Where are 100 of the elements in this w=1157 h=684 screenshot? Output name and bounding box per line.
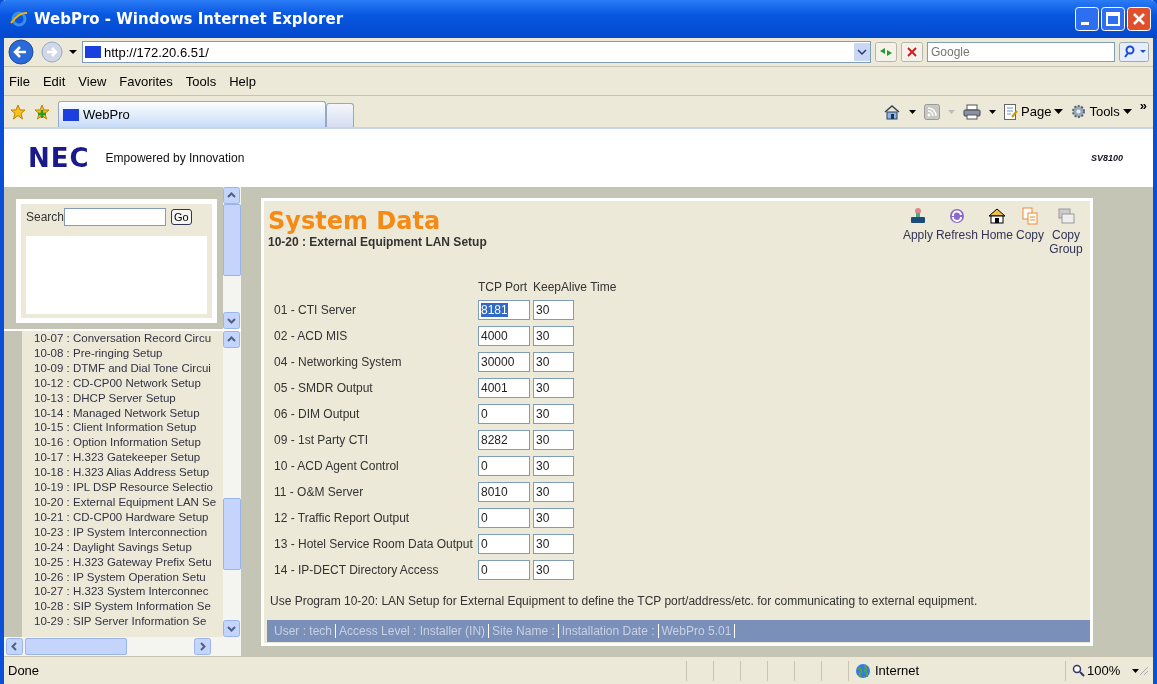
nav-link[interactable]: 10-28 : SIP System Information Se (34, 599, 223, 615)
port-field[interactable]: 0 (478, 508, 530, 528)
close-button[interactable] (1127, 7, 1151, 31)
scroll-down-button[interactable] (223, 312, 241, 329)
nav-link[interactable]: 10-08 : Pre-ringing Setup (34, 345, 223, 361)
dropdown-arrow-icon[interactable] (909, 109, 917, 114)
menu-item[interactable]: Help (229, 73, 256, 89)
zoom-dropdown-icon[interactable] (1132, 668, 1139, 673)
history-dropdown-icon[interactable] (68, 47, 78, 57)
browser-tab[interactable]: WebPro (58, 101, 326, 127)
nav-link[interactable]: 10-21 : CD-CP00 Hardware Setup (34, 509, 223, 525)
keepalive-field[interactable]: 30 (533, 456, 574, 476)
nav-link[interactable]: 10-09 : DTMF and Dial Tone Circui (34, 360, 223, 376)
scroll-thumb[interactable] (25, 638, 127, 655)
printer-icon[interactable] (963, 103, 982, 120)
home-icon[interactable] (883, 103, 902, 120)
nav-link[interactable]: 10-15 : Client Information Setup (34, 420, 223, 436)
menu-item[interactable]: File (9, 73, 30, 89)
keepalive-field[interactable]: 30 (533, 352, 574, 372)
address-field[interactable]: http://172.20.6.51/ (82, 41, 871, 63)
keepalive-field[interactable]: 30 (533, 560, 574, 580)
nav-link[interactable]: 10-17 : H.323 Gatekeeper Setup (34, 450, 223, 466)
port-field[interactable]: 0 (478, 560, 530, 580)
search-field[interactable] (64, 208, 167, 226)
field-label: 01 - CTI Server (274, 303, 358, 317)
keepalive-field[interactable]: 30 (533, 508, 574, 528)
feed-icon[interactable] (924, 103, 941, 120)
scroll-down-button[interactable] (223, 620, 240, 637)
nav-link[interactable]: 10-18 : H.323 Alias Address Setup (34, 465, 223, 481)
nav-link[interactable]: 10-19 : IPL DSP Resource Selectio (34, 480, 223, 495)
tools-menu[interactable]: Tools (1071, 104, 1132, 119)
port-field[interactable]: 0 (478, 456, 530, 476)
scroll-right-button[interactable] (194, 638, 211, 655)
resize-grip-icon (1139, 665, 1149, 676)
new-tab-button[interactable] (326, 102, 354, 128)
port-field[interactable]: 4001 (478, 378, 530, 398)
port-field[interactable]: 0 (478, 534, 530, 554)
nav-link[interactable]: 10-27 : H.323 System Interconnec (34, 584, 223, 600)
nav-link[interactable]: 10-25 : H.323 Gateway Prefix Setu (34, 554, 223, 570)
keepalive-field[interactable]: 30 (533, 430, 574, 450)
nav-link[interactable]: 10-16 : Option Information Setup (34, 435, 223, 451)
star-icon[interactable] (10, 103, 26, 120)
copy-icon (1021, 207, 1039, 225)
field-label: 13 - Hotel Service Room Data Output (274, 537, 474, 551)
toolbar-button[interactable]: Copy Group (1046, 207, 1086, 256)
nav-link[interactable]: 10-07 : Conversation Record Circu (34, 331, 223, 346)
keepalive-field[interactable]: 30 (533, 482, 574, 502)
back-button[interactable] (8, 39, 36, 65)
go-button[interactable]: Go (171, 209, 192, 225)
toolbar-button[interactable]: Copy (1015, 207, 1045, 242)
menu-item[interactable]: View (78, 73, 107, 89)
nav-link[interactable]: 10-14 : Managed Network Setup (34, 405, 223, 421)
add-star-icon[interactable] (34, 103, 50, 120)
scroll-thumb[interactable] (223, 498, 241, 570)
port-field[interactable]: 8181 (478, 300, 530, 320)
toolbar-button[interactable]: Apply (901, 207, 934, 242)
maximize-button[interactable] (1101, 7, 1125, 31)
field-label: 11 - O&M Server (274, 485, 365, 499)
minimize-button[interactable] (1075, 7, 1099, 31)
keepalive-field[interactable]: 30 (533, 534, 574, 554)
refresh-button[interactable] (875, 42, 897, 62)
zoom-level[interactable]: 100% (1065, 660, 1132, 681)
keepalive-field[interactable]: 30 (533, 300, 574, 320)
address-dropdown-button[interactable] (854, 43, 870, 61)
nav-link[interactable]: 10-23 : IP System Interconnection (34, 524, 223, 540)
scroll-up-button[interactable] (223, 331, 240, 348)
field-label: 09 - 1st Party CTI (274, 433, 370, 447)
menu-item[interactable]: Tools (185, 73, 217, 89)
toolbar-button[interactable]: Refresh (934, 207, 979, 242)
dropdown-arrow-icon[interactable] (989, 109, 997, 114)
toolbar-button[interactable]: Home (979, 207, 1014, 242)
port-field[interactable]: 8010 (478, 482, 530, 502)
menu-item[interactable]: Favorites (119, 73, 173, 89)
more-commands-button[interactable]: » (1139, 98, 1147, 113)
keepalive-field[interactable]: 30 (533, 404, 574, 424)
browser-logo-icon (10, 10, 28, 28)
scrollbar[interactable] (223, 331, 241, 637)
nav-link[interactable]: 10-29 : SIP Server Information Se (34, 614, 223, 630)
port-field[interactable]: 8282 (478, 430, 530, 450)
scroll-thumb[interactable] (223, 204, 241, 276)
stop-button[interactable] (901, 42, 923, 62)
port-field[interactable]: 0 (478, 404, 530, 424)
nav-link[interactable]: 10-24 : Daylight Savings Setup (34, 539, 223, 555)
port-field[interactable]: 4000 (478, 326, 530, 346)
menu-item[interactable]: Edit (42, 73, 66, 89)
nav-link[interactable]: 10-13 : DHCP Server Setup (34, 390, 223, 406)
nav-link[interactable]: 10-12 : CD-CP00 Network Setup (34, 375, 223, 391)
scroll-left-button[interactable] (6, 638, 23, 655)
nav-link[interactable]: 10-26 : IP System Operation Setu (34, 569, 223, 585)
search-button[interactable] (1119, 42, 1149, 62)
search-field[interactable]: Google (927, 42, 1115, 62)
scrollbar[interactable] (4, 637, 241, 656)
scrollbar[interactable] (223, 187, 241, 329)
keepalive-field[interactable]: 30 (533, 378, 574, 398)
nav-link[interactable]: 10-20 : External Equipment LAN Se (34, 494, 223, 510)
scroll-up-button[interactable] (223, 187, 241, 204)
keepalive-field[interactable]: 30 (533, 326, 574, 346)
field-label: 02 - ACD MIS (274, 329, 349, 343)
page-menu[interactable]: Page (1004, 103, 1064, 120)
port-field[interactable]: 30000 (478, 352, 530, 372)
